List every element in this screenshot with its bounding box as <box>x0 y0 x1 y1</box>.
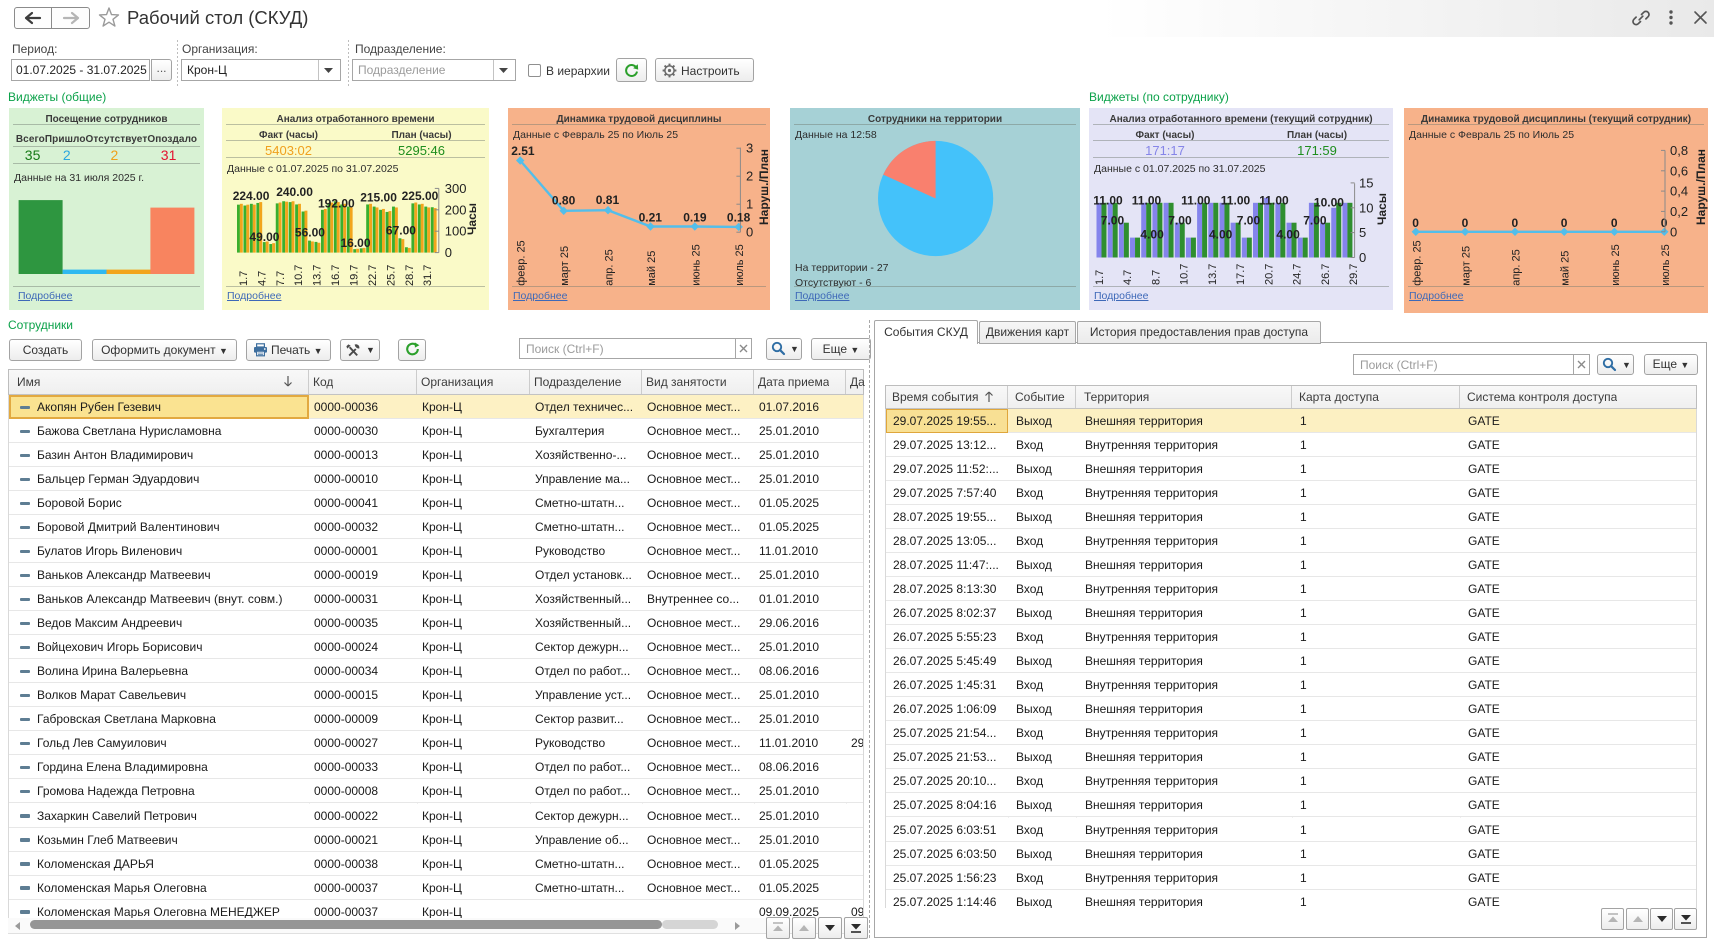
svg-text:11.00: 11.00 <box>1221 194 1251 208</box>
svg-text:215.00: 215.00 <box>360 191 397 205</box>
svg-text:11.00: 11.00 <box>1181 194 1211 208</box>
svg-text:Наруш./План: Наруш./План <box>1694 149 1708 225</box>
svg-text:апр. 25: апр. 25 <box>604 249 616 286</box>
svg-text:0: 0 <box>1462 216 1469 230</box>
svg-text:10.00: 10.00 <box>1314 196 1344 210</box>
svg-text:Наруш./План: Наруш./План <box>757 149 770 225</box>
svg-text:0.19: 0.19 <box>683 211 707 225</box>
svg-text:март 25: март 25 <box>559 246 571 286</box>
svg-text:10.7: 10.7 <box>293 265 305 286</box>
svg-text:1: 1 <box>746 197 753 212</box>
svg-text:0.21: 0.21 <box>639 211 663 225</box>
svg-text:февр. 25: февр. 25 <box>1411 240 1423 285</box>
svg-text:200: 200 <box>445 202 467 217</box>
svg-text:56.00: 56.00 <box>295 226 325 240</box>
svg-text:Часы: Часы <box>465 203 479 235</box>
svg-text:2.51: 2.51 <box>511 144 535 158</box>
svg-text:июнь 25: июнь 25 <box>1610 244 1622 285</box>
svg-text:июль 25: июль 25 <box>1660 244 1672 286</box>
svg-text:2: 2 <box>746 169 753 184</box>
svg-text:1.7: 1.7 <box>238 271 250 286</box>
svg-text:0,2: 0,2 <box>1670 204 1688 219</box>
svg-text:7.00: 7.00 <box>1303 214 1327 228</box>
svg-text:март 25: март 25 <box>1461 246 1473 286</box>
svg-text:0.18: 0.18 <box>727 211 751 225</box>
svg-text:10.7: 10.7 <box>1179 264 1191 285</box>
svg-text:Часы: Часы <box>1375 193 1389 225</box>
svg-text:225.00: 225.00 <box>402 189 439 203</box>
svg-text:0: 0 <box>746 225 753 240</box>
svg-text:4.7: 4.7 <box>256 271 268 286</box>
svg-text:0: 0 <box>1611 216 1618 230</box>
svg-text:15: 15 <box>1359 175 1373 190</box>
svg-text:300: 300 <box>445 181 467 196</box>
svg-text:0,6: 0,6 <box>1670 163 1688 178</box>
svg-text:0: 0 <box>1670 224 1677 239</box>
svg-text:240.00: 240.00 <box>276 185 313 199</box>
svg-text:10: 10 <box>1359 200 1373 215</box>
svg-text:11.00: 11.00 <box>1093 194 1123 208</box>
svg-text:7.00: 7.00 <box>1237 214 1261 228</box>
svg-text:0: 0 <box>445 245 452 260</box>
svg-text:июль 25: июль 25 <box>734 244 746 286</box>
svg-text:февр. 25: февр. 25 <box>516 240 528 285</box>
svg-text:22.7: 22.7 <box>367 265 379 286</box>
svg-text:16.7: 16.7 <box>330 265 342 286</box>
svg-text:7.00: 7.00 <box>1101 214 1125 228</box>
svg-text:1.7: 1.7 <box>1094 270 1106 285</box>
svg-text:0: 0 <box>1412 216 1419 230</box>
svg-text:11.00: 11.00 <box>1132 194 1162 208</box>
svg-text:4.00: 4.00 <box>1209 228 1233 242</box>
svg-text:7.7: 7.7 <box>275 271 287 286</box>
svg-text:0,4: 0,4 <box>1670 184 1688 199</box>
svg-text:224.00: 224.00 <box>233 189 270 203</box>
svg-text:7.00: 7.00 <box>1168 214 1192 228</box>
svg-text:8.7: 8.7 <box>1150 270 1162 285</box>
svg-text:29.7: 29.7 <box>1348 264 1360 285</box>
svg-text:0,8: 0,8 <box>1670 143 1688 158</box>
svg-text:26.7: 26.7 <box>1320 264 1332 285</box>
svg-text:июнь 25: июнь 25 <box>690 244 702 285</box>
svg-text:0: 0 <box>1561 216 1568 230</box>
svg-text:0.80: 0.80 <box>552 193 576 207</box>
svg-text:4.00: 4.00 <box>1276 228 1300 242</box>
svg-text:17.7: 17.7 <box>1235 264 1247 285</box>
svg-text:19.7: 19.7 <box>348 265 360 286</box>
svg-text:28.7: 28.7 <box>404 265 416 286</box>
svg-text:4.7: 4.7 <box>1122 270 1134 285</box>
svg-text:май 25: май 25 <box>1560 251 1572 286</box>
svg-text:67.00: 67.00 <box>386 223 416 237</box>
svg-text:192.00: 192.00 <box>318 197 355 211</box>
svg-text:100: 100 <box>445 224 467 239</box>
svg-text:0: 0 <box>1512 216 1519 230</box>
svg-text:16.00: 16.00 <box>341 236 371 250</box>
svg-text:13.7: 13.7 <box>312 265 324 286</box>
svg-text:24.7: 24.7 <box>1292 264 1304 285</box>
svg-text:0: 0 <box>1359 250 1366 265</box>
svg-text:май 25: май 25 <box>646 251 658 286</box>
svg-text:апр. 25: апр. 25 <box>1511 249 1523 286</box>
svg-text:11.00: 11.00 <box>1259 194 1289 208</box>
svg-text:31.7: 31.7 <box>422 265 434 286</box>
svg-text:0: 0 <box>1661 216 1668 230</box>
svg-text:25.7: 25.7 <box>385 265 397 286</box>
svg-text:20.7: 20.7 <box>1263 264 1275 285</box>
svg-text:3: 3 <box>746 141 753 156</box>
svg-text:0.81: 0.81 <box>596 193 620 207</box>
svg-text:5: 5 <box>1359 225 1366 240</box>
svg-text:13.7: 13.7 <box>1207 264 1219 285</box>
svg-text:4.00: 4.00 <box>1140 228 1164 242</box>
svg-text:49.00: 49.00 <box>249 230 279 244</box>
